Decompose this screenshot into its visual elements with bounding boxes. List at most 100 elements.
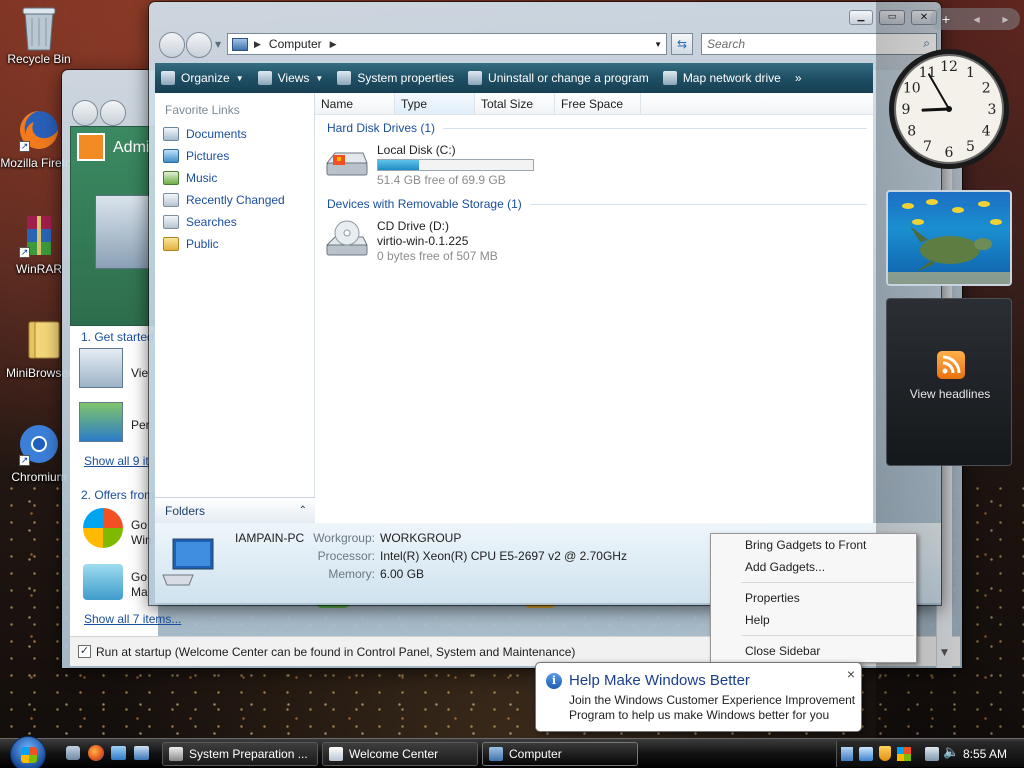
views-icon: [257, 71, 272, 85]
uninstall-program-button[interactable]: Uninstall or change a program: [468, 71, 649, 85]
welcome-item-view[interactable]: Vie: [131, 366, 148, 380]
tray-action-center-icon[interactable]: [897, 747, 911, 761]
desktop-icon-label: Recycle Bin: [7, 52, 71, 66]
computer-taskbar-icon: [489, 747, 503, 761]
taskbar-button-computer[interactable]: Computer: [482, 742, 638, 766]
folder-icon: [17, 318, 61, 362]
tray-windows-update-icon[interactable]: [859, 747, 873, 761]
add-gadget-icon[interactable]: +: [941, 13, 950, 26]
drive-name: Local Disk (C:): [377, 143, 456, 157]
drive-free-space: 0 bytes free of 507 MB: [377, 249, 498, 263]
nav-link-documents[interactable]: Documents: [155, 123, 314, 145]
clock-numeral: 3: [988, 102, 997, 118]
group-header[interactable]: Hard Disk Drives (1): [327, 121, 867, 135]
breadcrumb-chevron-icon[interactable]: ▶: [254, 39, 261, 50]
previous-icon[interactable]: ◀: [973, 15, 979, 24]
nav-link-public[interactable]: Public: [155, 233, 314, 255]
menu-item-help[interactable]: Help: [711, 609, 916, 631]
welcome-item-personalize[interactable]: Per: [131, 418, 150, 432]
computer-quicklaunch-icon[interactable]: [134, 746, 149, 760]
recently-changed-icon: [163, 193, 179, 207]
recycle-bin-icon: [17, 4, 61, 51]
column-name[interactable]: Name: [315, 93, 395, 114]
windows-logo-icon: [21, 747, 37, 763]
firefox-quicklaunch-icon[interactable]: [88, 745, 104, 761]
welcome-center-icon: [329, 747, 343, 761]
menu-item-add-gadgets[interactable]: Add Gadgets...: [711, 556, 916, 578]
column-headers: Name Type Total Size Free Space: [315, 93, 873, 115]
tray-security-shield-icon[interactable]: [879, 746, 891, 761]
favorite-links-header: Favorite Links: [165, 103, 240, 117]
desktop-icon-recycle-bin[interactable]: Recycle Bin: [0, 4, 78, 66]
nav-link-pictures[interactable]: Pictures: [155, 145, 314, 167]
address-dropdown-icon[interactable]: ▼: [654, 40, 662, 49]
back-button[interactable]: [72, 100, 98, 126]
column-type[interactable]: Type: [395, 93, 475, 114]
clock-gadget[interactable]: 12 1 2 3 4 5 6 7 8 9 10 11: [886, 46, 1012, 172]
tray-network-disconnected-icon[interactable]: [925, 747, 939, 761]
breadcrumb-computer[interactable]: Computer: [269, 37, 322, 51]
clock-numeral: 11: [919, 65, 937, 81]
folders-label: Folders: [165, 503, 206, 518]
drive-tile-d[interactable]: CD Drive (D:) virtio-win-0.1.225 0 bytes…: [323, 219, 498, 264]
nav-link-recently-changed[interactable]: Recently Changed: [155, 189, 314, 211]
menu-item-bring-gadgets-front[interactable]: Bring Gadgets to Front: [711, 534, 916, 556]
organize-button[interactable]: Organize ▼: [161, 71, 244, 85]
show-desktop-icon[interactable]: [66, 746, 80, 760]
personalize-icon: [79, 402, 123, 442]
view-headlines-label[interactable]: View headlines: [887, 387, 1013, 401]
feed-headlines-gadget[interactable]: View headlines: [886, 298, 1012, 466]
next-icon[interactable]: ▶: [1002, 15, 1008, 24]
view-computer-icon: [79, 348, 123, 388]
nav-link-searches[interactable]: Searches: [155, 211, 314, 233]
uninstall-icon: [468, 71, 483, 85]
address-bar[interactable]: ▶ Computer ▶ ▼: [227, 33, 667, 55]
recent-pages-chevron-icon[interactable]: ▼: [215, 40, 221, 49]
taskbar-button-welcome-center[interactable]: Welcome Center: [322, 742, 478, 766]
forward-button[interactable]: [186, 32, 212, 58]
group-header[interactable]: Devices with Removable Storage (1): [327, 197, 867, 211]
shortcut-arrow-icon: ↗: [19, 141, 30, 152]
show-all-link-1[interactable]: Show all 9 it: [84, 454, 149, 468]
clock-numeral: 8: [907, 124, 916, 140]
folders-bar[interactable]: Folders ⌃: [155, 497, 315, 523]
forward-button[interactable]: [100, 100, 126, 126]
drive-name: CD Drive (D:): [377, 219, 449, 233]
system-properties-button[interactable]: System properties: [337, 71, 454, 85]
pictures-icon: [163, 149, 179, 163]
refresh-icon[interactable]: ⇆: [671, 33, 693, 55]
balloon-body: Join the Windows Customer Experience Imp…: [569, 693, 856, 722]
back-button[interactable]: [159, 32, 185, 58]
computer-explorer-window[interactable]: ▁ ▭ ✕ ▼ ▶ Computer ▶ ▼ ⇆ Search ⌕ Organi…: [149, 2, 941, 605]
tray-volume-muted-icon[interactable]: 🔈: [943, 745, 959, 760]
taskbar-button-system-preparation[interactable]: System Preparation ...: [162, 742, 318, 766]
tray-network-icon[interactable]: [841, 747, 853, 761]
drive-volume-label: virtio-win-0.1.225: [377, 234, 469, 248]
column-free-space[interactable]: Free Space: [555, 93, 641, 114]
more-commands-button[interactable]: »: [795, 71, 802, 85]
clock-numeral: 2: [982, 81, 991, 97]
column-total-size[interactable]: Total Size: [475, 93, 555, 114]
switch-windows-icon[interactable]: [111, 746, 126, 760]
organize-icon: [161, 71, 175, 85]
menu-item-close-sidebar[interactable]: Close Sidebar: [711, 640, 916, 662]
clock-numeral: 12: [940, 59, 958, 75]
minimize-button[interactable]: ▁: [849, 10, 873, 25]
views-button[interactable]: Views ▼: [257, 71, 323, 85]
notification-balloon[interactable]: i Help Make Windows Better Join the Wind…: [535, 662, 862, 732]
drive-tile-c[interactable]: Local Disk (C:) 51.4 GB free of 69.9 GB: [323, 143, 534, 187]
processor-row: Processor: Intel(R) Xeon(R) CPU E5-2697 v…: [317, 549, 627, 563]
run-at-startup-checkbox[interactable]: ✓: [78, 645, 91, 658]
map-network-drive-button[interactable]: Map network drive: [662, 71, 781, 85]
menu-item-properties[interactable]: Properties: [711, 587, 916, 609]
show-all-link-2[interactable]: Show all 7 items...: [84, 612, 181, 626]
breadcrumb-chevron-icon[interactable]: ▶: [330, 39, 337, 50]
nav-link-music[interactable]: Music: [155, 167, 314, 189]
start-button[interactable]: [10, 736, 46, 768]
system-properties-icon: [337, 71, 352, 85]
tray-clock[interactable]: 8:55 AM: [963, 747, 1007, 761]
chevron-up-icon[interactable]: ⌃: [299, 505, 307, 516]
drive-usage-bar: [377, 159, 534, 171]
slideshow-gadget[interactable]: [886, 190, 1012, 286]
balloon-close-icon[interactable]: ×: [847, 666, 855, 682]
